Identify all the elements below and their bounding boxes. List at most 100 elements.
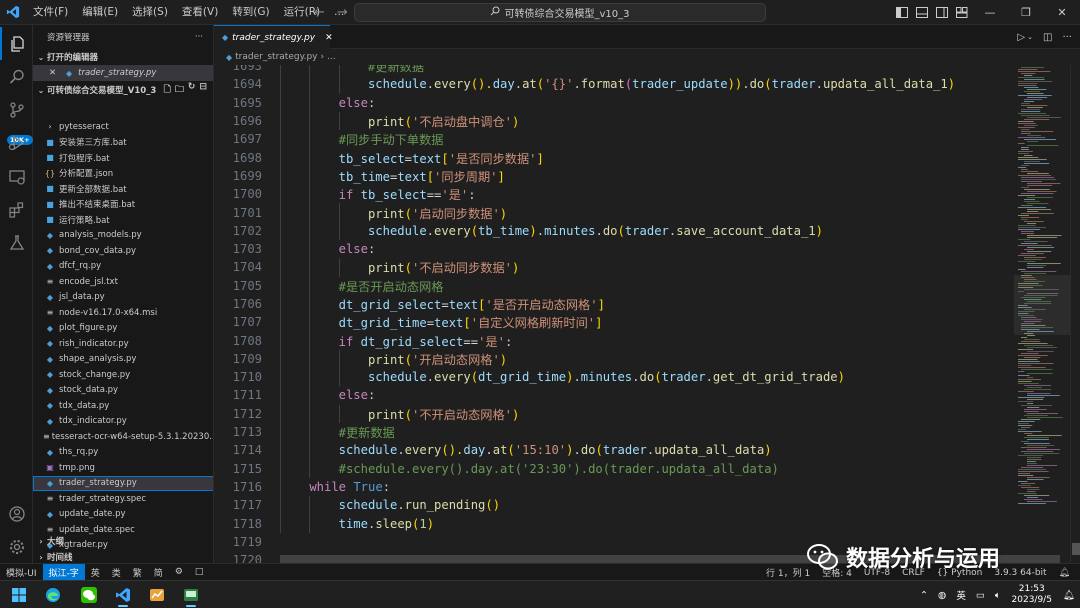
menu-go[interactable]: 转到(G)	[225, 0, 276, 25]
new-folder-icon[interactable]: 🗀	[175, 82, 184, 98]
explorer-icon[interactable]	[0, 27, 33, 60]
file-item[interactable]: ■ 打包程序.bat	[33, 150, 213, 166]
back-arrow-icon[interactable]: ←	[314, 5, 325, 20]
file-item[interactable]: ◆ stock_change.py	[33, 367, 213, 383]
search-icon[interactable]	[0, 60, 33, 93]
remote-explorer-icon[interactable]	[0, 160, 33, 193]
ime-settings-icon[interactable]: ⚙	[169, 567, 189, 577]
testing-flask-icon[interactable]	[0, 226, 33, 259]
forward-arrow-icon[interactable]: →	[337, 5, 348, 20]
minimap-slider[interactable]	[1014, 275, 1074, 335]
ime-indicator[interactable]: 拟江-字	[42, 563, 85, 581]
ime-item[interactable]: 简	[148, 566, 169, 579]
file-item[interactable]: ◆ analysis_models.py	[33, 228, 213, 244]
menu-selection[interactable]: 选择(S)	[125, 0, 175, 25]
file-item[interactable]: ◆ stock_data.py	[33, 383, 213, 399]
vscode-taskbar-icon[interactable]	[108, 583, 138, 607]
close-tab-icon[interactable]: ✕	[325, 33, 333, 43]
more-actions-icon[interactable]: ···	[195, 32, 203, 42]
new-file-icon[interactable]: 🗋	[164, 82, 171, 98]
open-editor-item[interactable]: ✕ ◆ trader_strategy.py	[33, 65, 213, 81]
file-item[interactable]: ■ 安装第三方库.bat	[33, 135, 213, 151]
file-item[interactable]: ◆ trader_strategy.py	[33, 475, 213, 491]
source-control-icon[interactable]	[0, 93, 33, 126]
file-item[interactable]: {} 分析配置.json	[33, 166, 213, 182]
split-editor-icon[interactable]: ◫	[1043, 32, 1052, 43]
ime-item[interactable]: 类	[106, 566, 127, 579]
chevron-up-icon[interactable]: ⌃	[915, 590, 933, 601]
scrollbar-thumb[interactable]	[1072, 543, 1080, 555]
file-item[interactable]: ≡ tesseract-ocr-w64-setup-5.3.1.20230...	[33, 429, 213, 445]
open-editors-header[interactable]: ⌄ 打开的编辑器	[33, 49, 213, 65]
toggle-primary-sidebar-icon[interactable]	[892, 0, 912, 25]
ime-item[interactable]: 英	[85, 566, 106, 579]
file-item[interactable]: ◆ dfcf_rq.py	[33, 259, 213, 275]
tray-app-icon[interactable]: ◍	[933, 590, 951, 601]
outline-header[interactable]: › 大纲	[33, 533, 213, 549]
file-item[interactable]: ◆ rish_indicator.py	[33, 336, 213, 352]
more-actions-icon[interactable]: ···	[1062, 32, 1072, 43]
file-item[interactable]: ◆ ths_rq.py	[33, 445, 213, 461]
minimize-button[interactable]: —	[972, 0, 1008, 25]
code-token: '不开启动态网格'	[411, 407, 512, 422]
toggle-panel-icon[interactable]	[912, 0, 932, 25]
file-item[interactable]: › pytesseract	[33, 119, 213, 135]
wechat-app-icon[interactable]	[74, 583, 104, 607]
status-remote[interactable]: 模拟-UI	[0, 566, 43, 579]
input-language[interactable]: 英	[951, 588, 971, 602]
bell-icon[interactable]: 🔔︎	[1053, 568, 1076, 578]
vertical-scrollbar[interactable]	[1070, 65, 1080, 563]
maximize-button[interactable]: ❐	[1008, 0, 1044, 25]
windows-start-icon[interactable]	[4, 583, 34, 607]
menu-file[interactable]: 文件(F)	[26, 0, 75, 25]
file-item[interactable]: ≡ node-v16.17.0-x64.msi	[33, 305, 213, 321]
extensions-icon[interactable]	[0, 193, 33, 226]
line-number: 1717	[232, 498, 262, 513]
file-item[interactable]: ■ 运行策略.bat	[33, 212, 213, 228]
file-item[interactable]: ◆ shape_analysis.py	[33, 352, 213, 368]
run-dropdown-icon[interactable]: ⌄	[1027, 33, 1033, 41]
settings-gear-icon[interactable]	[0, 530, 33, 563]
refresh-icon[interactable]: ↻	[188, 82, 196, 98]
file-item[interactable]: ◆ jsl_data.py	[33, 290, 213, 306]
code-text: dt_grid_select=text['是否开启动态网格']	[339, 295, 605, 313]
timeline-header[interactable]: › 时间线	[33, 549, 213, 564]
menu-edit[interactable]: 编辑(E)	[75, 0, 125, 25]
file-item[interactable]: ◆ tdx_indicator.py	[33, 414, 213, 430]
file-item[interactable]: ■ 推出不结束桌面.bat	[33, 197, 213, 213]
code-editor[interactable]: 1693 #更新数据 1694 schedule.every().day.at('{}…	[214, 65, 1014, 563]
breadcrumb-file[interactable]: trader_strategy.py	[235, 52, 317, 62]
file-item[interactable]: ◆ plot_figure.py	[33, 321, 213, 337]
file-item[interactable]: ◆ update_date.py	[33, 507, 213, 523]
minimap[interactable]	[1014, 65, 1074, 563]
tab-trader-strategy[interactable]: ◆ trader_strategy.py ✕	[214, 25, 333, 49]
run-debug-icon[interactable]	[0, 126, 33, 159]
terminal-app-icon[interactable]	[176, 583, 206, 607]
project-folder-header[interactable]: ⌄ 可转债综合交易模型_V10_3 🗋 🗀 ↻ ⊟	[33, 81, 213, 99]
file-item[interactable]: ■ 更新全部数据.bat	[33, 181, 213, 197]
network-icon[interactable]: ▭	[971, 590, 990, 601]
customize-layout-icon[interactable]	[952, 0, 972, 25]
run-python-icon[interactable]: ▷	[1017, 32, 1025, 43]
edge-browser-icon[interactable]	[38, 583, 68, 607]
file-item[interactable]: ≡ encode_jsl.txt	[33, 274, 213, 290]
file-item[interactable]: ▣ tmp.png	[33, 460, 213, 476]
menu-view[interactable]: 查看(V)	[175, 0, 225, 25]
account-icon[interactable]	[0, 497, 33, 530]
volume-icon[interactable]: 🔈︎	[990, 590, 1006, 601]
toggle-secondary-sidebar-icon[interactable]	[932, 0, 952, 25]
close-button[interactable]: ✕	[1044, 0, 1080, 25]
file-item[interactable]: ≡ trader_strategy.spec	[33, 491, 213, 507]
clock[interactable]: 21:53 2023/9/5	[1006, 584, 1058, 606]
breadcrumb-more[interactable]: ...	[327, 52, 336, 62]
command-center[interactable]: 可转债综合交易模型_v10_3	[354, 3, 766, 22]
file-item[interactable]: ◆ tdx_data.py	[33, 398, 213, 414]
notification-icon[interactable]: 🔔︎	[1058, 590, 1080, 601]
trading-app-icon[interactable]	[142, 583, 172, 607]
ime-item[interactable]: 繁	[127, 566, 148, 579]
minimap-line	[1027, 223, 1037, 224]
close-editor-icon[interactable]: ✕	[49, 68, 56, 78]
file-item[interactable]: ◆ bond_cov_data.py	[33, 243, 213, 259]
collapse-all-icon[interactable]: ⊟	[199, 82, 207, 98]
ime-item[interactable]: □	[189, 567, 210, 577]
